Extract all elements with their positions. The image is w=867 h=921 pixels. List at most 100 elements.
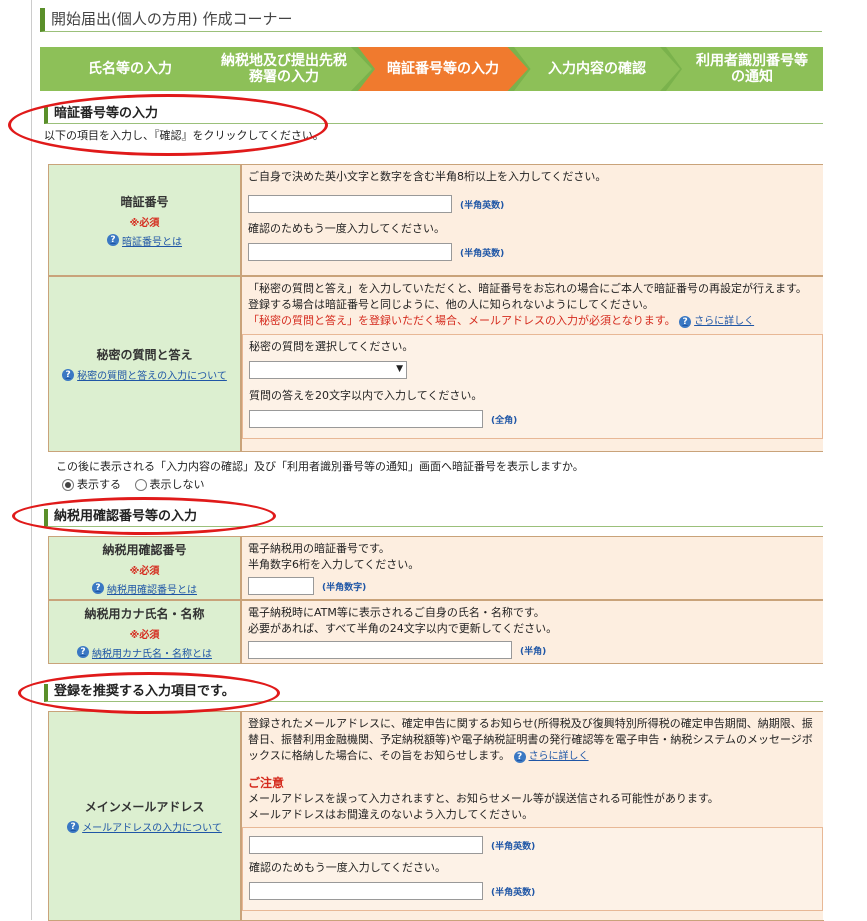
pin-help-link[interactable]: ? 暗証番号とは bbox=[107, 233, 182, 248]
pin-confirm-input[interactable] bbox=[248, 243, 453, 261]
step-label: 利用者識別番号等の通知 bbox=[696, 53, 808, 85]
question-icon: ? bbox=[67, 820, 80, 833]
secret-answer-hint: (全角) bbox=[491, 415, 518, 426]
secret-desc-red: 「秘密の質問と答え」を登録いただく場合、メールアドレスの入力が必須となります。 bbox=[248, 314, 676, 327]
kana-desc-1: 電子納税時にATM等に表示されるご自身の氏名・名称です。 bbox=[247, 606, 545, 619]
pin-desc: ご自身で決めた英小文字と数字を含む半角8桁以上を入力してください。 bbox=[248, 170, 607, 183]
tax-pin-input[interactable] bbox=[247, 577, 314, 595]
email-help-link[interactable]: ? メールアドレスの入力について bbox=[67, 819, 222, 834]
email-more-link[interactable]: ? さらに詳しく bbox=[513, 749, 589, 765]
help-link-text: 納税用カナ氏名・名称とは bbox=[91, 648, 212, 660]
pin-hint: (半角英数) bbox=[460, 200, 505, 211]
radio-show[interactable] bbox=[62, 479, 74, 491]
kana-input[interactable] bbox=[247, 641, 512, 659]
step-1: 氏名等の入力 bbox=[40, 47, 220, 91]
annotation-ellipse bbox=[12, 497, 276, 535]
email-input[interactable] bbox=[249, 836, 484, 854]
secret-answer-label: 質問の答えを20文字以内で入力してください。 bbox=[249, 389, 483, 402]
email-confirm-hint: (半角英数) bbox=[491, 887, 536, 898]
required-badge: ※必須 bbox=[129, 565, 160, 577]
email-label-cell: メインメールアドレス ? メールアドレスの入力について bbox=[48, 711, 242, 921]
step-5: 利用者識別番号等の通知 bbox=[666, 47, 826, 91]
tax-pin-desc-2: 半角数字6桁を入力してください。 bbox=[247, 558, 420, 571]
help-link-text: メールアドレスの入力について bbox=[82, 823, 222, 834]
kana-label-cell: 納税用カナ氏名・名称 ※必須 ? 納税用カナ氏名・名称とは bbox=[48, 600, 241, 664]
radio-hide[interactable] bbox=[134, 479, 147, 491]
display-hide-option[interactable]: 表示しない bbox=[134, 478, 205, 491]
secret-more-link[interactable]: ? さらに詳しく bbox=[679, 314, 754, 330]
email-caution-1: メールアドレスを誤って入力されますと、お知らせメール等が誤送信される可能性があり… bbox=[248, 792, 719, 805]
radio-label: 表示する bbox=[77, 478, 121, 491]
question-icon: ? bbox=[679, 316, 692, 328]
radio-label: 表示しない bbox=[149, 478, 205, 491]
secret-select-label: 秘密の質問を選択してください。 bbox=[249, 340, 414, 353]
email-value-cell: 登録されたメールアドレスに、確定申告に関するお知らせ(所得税及び復興特別所得税の… bbox=[241, 711, 824, 921]
secret-label: 秘密の質問と答え bbox=[96, 348, 193, 362]
email-input-box: (半角英数) 確認のためもう一度入力してください。 (半角英数) bbox=[242, 827, 823, 911]
step-label: 入力内容の確認 bbox=[548, 61, 646, 77]
tax-pin-label: 納税用確認番号 bbox=[102, 542, 187, 557]
kana-hint: (半角) bbox=[519, 646, 547, 657]
annotation-ellipse bbox=[18, 672, 280, 714]
kana-label: 納税用カナ氏名・名称 bbox=[84, 606, 205, 621]
tax-pin-row: 納税用確認番号 ※必須 ? 納税用確認番号とは 電子納税用の暗証番号です。 半角数… bbox=[48, 536, 824, 600]
pin-label-cell: 暗証番号 ※必須 ? 暗証番号とは bbox=[48, 164, 242, 276]
right-margin bbox=[823, 0, 867, 920]
tax-pin-hint: (半角数字) bbox=[321, 582, 367, 593]
secret-question-select[interactable]: ▼ bbox=[249, 361, 408, 379]
email-caution-2: メールアドレスはお間違えのないよう入力してください。 bbox=[248, 808, 534, 821]
step-2: 納税地及び提出先税務署の入力 bbox=[196, 47, 372, 91]
pin-label: 暗証番号 bbox=[120, 194, 169, 209]
page-title: 開始届出(個人の方用) 作成コーナー bbox=[40, 8, 822, 32]
email-label: メインメールアドレス bbox=[84, 800, 205, 814]
email-row: メインメールアドレス ? メールアドレスの入力について 登録されたメールアドレスに… bbox=[48, 711, 824, 921]
email-form-table: メインメールアドレス ? メールアドレスの入力について 登録されたメールアドレスに… bbox=[48, 711, 824, 921]
question-icon: ? bbox=[107, 234, 120, 246]
secret-row: 秘密の質問と答え ? 秘密の質問と答えの入力について 「秘密の質問と答え」を入力し… bbox=[48, 276, 824, 452]
dropdown-arrow-icon: ▼ bbox=[396, 364, 404, 374]
help-link-text: 暗証番号とは bbox=[122, 236, 183, 248]
display-question: この後に表示される「入力内容の確認」及び「利用者識別番号等の通知」画面へ暗証番号… bbox=[56, 460, 584, 473]
email-confirm-input[interactable] bbox=[249, 882, 484, 900]
secret-answer-input[interactable] bbox=[249, 410, 484, 428]
secret-question-box: 秘密の質問を選択してください。 ▼ 質問の答えを20文字以内で入力してください。… bbox=[242, 334, 823, 439]
step-label: 暗証番号等の入力 bbox=[387, 61, 499, 77]
email-caution-title: ご注意 bbox=[248, 776, 285, 790]
step-label: 納税地及び提出先税務署の入力 bbox=[221, 53, 347, 85]
email-hint: (半角英数) bbox=[491, 841, 536, 852]
step-3: 暗証番号等の入力 bbox=[358, 47, 528, 91]
step-4: 入力内容の確認 bbox=[514, 47, 680, 91]
question-icon: ? bbox=[62, 368, 75, 381]
required-badge: ※必須 bbox=[129, 629, 160, 641]
pin-input[interactable] bbox=[248, 195, 453, 213]
kana-help-link[interactable]: ? 納税用カナ氏名・名称とは bbox=[76, 645, 212, 660]
tax-pin-help-link[interactable]: ? 納税用確認番号とは bbox=[91, 581, 197, 596]
progress-steps: 氏名等の入力 納税地及び提出先税務署の入力 暗証番号等の入力 入力内容の確認 利… bbox=[40, 47, 826, 91]
pin-form-table: 暗証番号 ※必須 ? 暗証番号とは ご自身で決めた英小文字と数字を含む半角8桁以上… bbox=[48, 164, 824, 452]
help-link-text: 納税用確認番号とは bbox=[106, 584, 197, 596]
pin-confirm-desc: 確認のためもう一度入力してください。 bbox=[248, 222, 446, 235]
pin-confirm-hint: (半角英数) bbox=[460, 248, 505, 259]
tax-pin-value-cell: 電子納税用の暗証番号です。 半角数字6桁を入力してください。 (半角数字) bbox=[240, 536, 824, 600]
secret-label-cell: 秘密の質問と答え ? 秘密の質問と答えの入力について bbox=[48, 276, 242, 452]
tax-pin-label-cell: 納税用確認番号 ※必須 ? 納税用確認番号とは bbox=[48, 536, 241, 600]
pin-row: 暗証番号 ※必須 ? 暗証番号とは ご自身で決めた英小文字と数字を含む半角8桁以上… bbox=[48, 164, 824, 276]
display-show-option[interactable]: 表示する bbox=[62, 478, 121, 491]
pin-value-cell: ご自身で決めた英小文字と数字を含む半角8桁以上を入力してください。 (半角英数)… bbox=[241, 164, 824, 276]
kana-value-cell: 電子納税時にATM等に表示されるご自身の氏名・名称です。 必要があれば、すべて半… bbox=[240, 600, 824, 664]
kana-desc-2: 必要があれば、すべて半角の24文字以内で更新してください。 bbox=[247, 622, 558, 635]
secret-value-cell: 「秘密の質問と答え」を入力していただくと、暗証番号をお忘れの場合にご本人で暗証番… bbox=[241, 276, 824, 452]
kana-row: 納税用カナ氏名・名称 ※必須 ? 納税用カナ氏名・名称とは 電子納税時にATM等に… bbox=[48, 600, 824, 664]
required-badge: ※必須 bbox=[129, 217, 160, 229]
secret-help-link[interactable]: ? 秘密の質問と答えの入力について bbox=[62, 367, 227, 382]
annotation-ellipse bbox=[8, 94, 328, 156]
more-link-text: さらに詳しく bbox=[694, 316, 755, 327]
question-icon: ? bbox=[91, 582, 104, 594]
question-icon: ? bbox=[513, 751, 526, 763]
main-page: 開始届出(個人の方用) 作成コーナー 氏名等の入力 納税地及び提出先税務署の入力… bbox=[8, 0, 826, 921]
email-confirm-desc: 確認のためもう一度入力してください。 bbox=[249, 861, 447, 874]
more-link-text: さらに詳しく bbox=[528, 751, 589, 762]
help-link-text: 秘密の質問と答えの入力について bbox=[77, 371, 227, 382]
display-options: 表示する 表示しない bbox=[62, 476, 205, 492]
secret-desc-2: 登録する場合は暗証番号と同じように、他の人に知られないようにしてください。 bbox=[248, 298, 654, 311]
